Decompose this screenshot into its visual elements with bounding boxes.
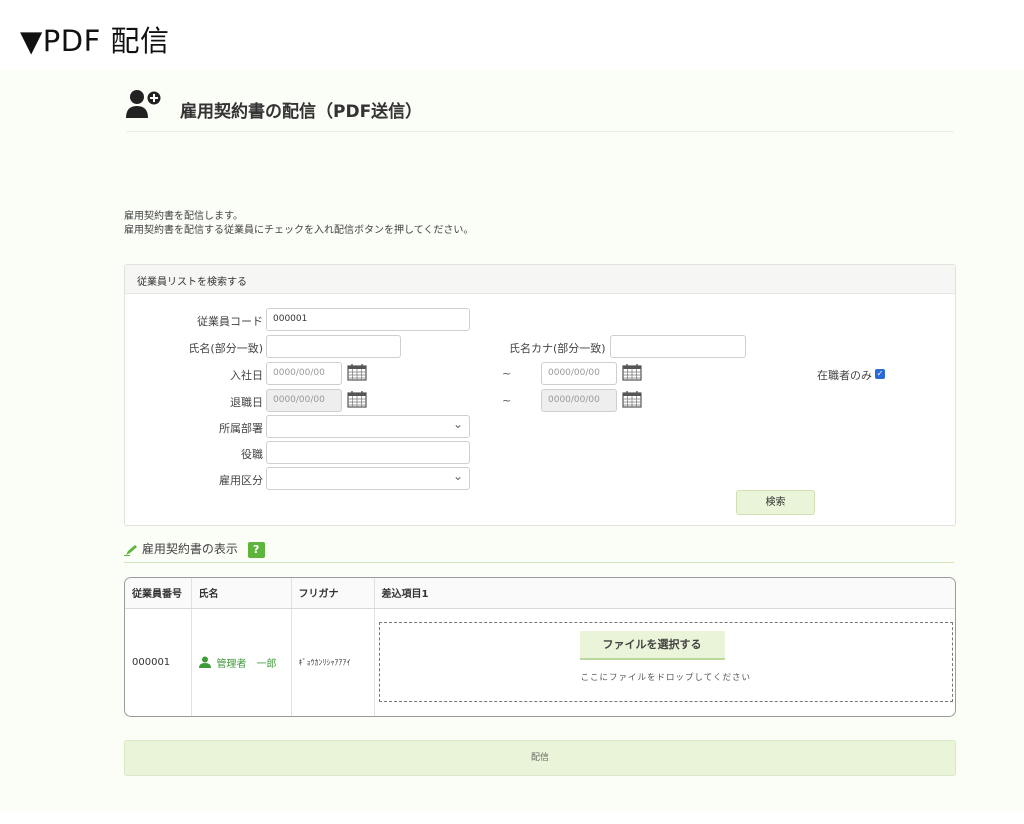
employee-code-label: 従業員コード [197,315,263,328]
column-insert-item-1: 差込項目1 [374,578,955,609]
person-icon [198,656,211,668]
column-kana: フリガナ [291,578,375,609]
calendar-icon[interactable] [622,363,642,381]
employee-name-cell[interactable]: 管理者 一郎 [191,608,292,716]
section-divider [124,562,954,563]
calendar-icon[interactable] [622,390,642,408]
table-row: 000001 管理者 一郎 ｷﾞｮｳｶﾝﾘｼｬｱｱｱｲ ファイルを選択する ここ… [125,608,955,716]
section-title-text: 雇用契約書の表示 [141,542,238,556]
column-name: 氏名 [191,578,292,609]
department-label: 所属部署 [219,422,263,435]
leave-date-label: 退職日 [230,396,263,409]
page-title: 雇用契約書の配信（PDF送信） [180,102,423,122]
active-only-checkbox[interactable]: ✓ [875,369,885,379]
content-area: 雇用契約書の配信（PDF送信） 雇用契約書を配信します。 雇用契約書を配信する従… [0,70,1024,812]
hire-date-label: 入社日 [230,369,263,382]
employee-kana-cell: ｷﾞｮｳｶﾝﾘｼｬｱｱｱｲ [291,608,375,716]
section-title: 雇用契約書の表示 ? [124,540,265,558]
table-header-row: 従業員番号 氏名 フリガナ 差込項目1 [125,578,955,609]
hire-date-to-input[interactable]: 0000/00/00 [541,362,617,385]
pencil-icon [124,544,137,556]
drop-hint: ここにファイルをドロップしてください [580,673,751,684]
deliver-button[interactable]: 配信 [124,740,956,776]
leave-date-to-input[interactable]: 0000/00/00 [541,389,617,412]
leave-date-from-input[interactable]: 0000/00/00 [266,389,342,412]
search-button[interactable]: 検索 [736,490,815,515]
name-input[interactable] [266,335,401,358]
hire-date-from-input[interactable]: 0000/00/00 [266,362,342,385]
file-drop-cell: ファイルを選択する ここにファイルをドロップしてください [374,608,955,716]
name-label: 氏名(部分一致) [188,342,263,355]
description-line-1: 雇用契約書を配信します。 [124,211,243,222]
search-panel: 従業員リストを検索する 従業員コード 000001 氏名(部分一致) 氏名カナ(… [124,264,956,526]
employee-code-input[interactable]: 000001 [266,308,470,331]
search-panel-title: 従業員リストを検索する [125,265,955,294]
position-label: 役職 [241,448,263,461]
employee-name-link[interactable]: 管理者 一郎 [217,659,277,670]
description: 雇用契約書を配信します。 雇用契約書を配信する従業員にチェックを入れ配信ボタンを… [124,210,473,238]
column-employee-number: 従業員番号 [125,578,192,609]
user-add-icon [126,90,161,118]
position-input[interactable] [266,441,470,464]
employment-type-select[interactable] [266,467,470,490]
department-select[interactable] [266,415,470,438]
file-drop-zone[interactable]: ファイルを選択する ここにファイルをドロップしてください [378,622,953,703]
description-line-2: 雇用契約書を配信する従業員にチェックを入れ配信ボタンを押してください。 [124,225,474,236]
contract-table: 従業員番号 氏名 フリガナ 差込項目1 000001 管理者 一郎 ｷﾞｮｳｶﾝ… [124,577,956,717]
active-only-label: 在職者のみ [817,369,872,382]
title-row: 雇用契約書の配信（PDF送信） [126,88,954,132]
hire-date-tilde: ~ [502,367,512,380]
calendar-icon[interactable] [347,363,367,381]
help-icon[interactable]: ? [247,541,265,558]
leave-date-tilde: ~ [502,394,512,407]
page-heading: ▼PDF 配信 [20,24,170,58]
select-file-button[interactable]: ファイルを選択する [579,631,725,661]
employment-type-label: 雇用区分 [219,474,263,487]
calendar-icon[interactable] [347,390,367,408]
kana-label: 氏名カナ(部分一致) [509,342,606,355]
employee-number-cell: 000001 [125,608,192,716]
kana-input[interactable] [610,335,746,358]
